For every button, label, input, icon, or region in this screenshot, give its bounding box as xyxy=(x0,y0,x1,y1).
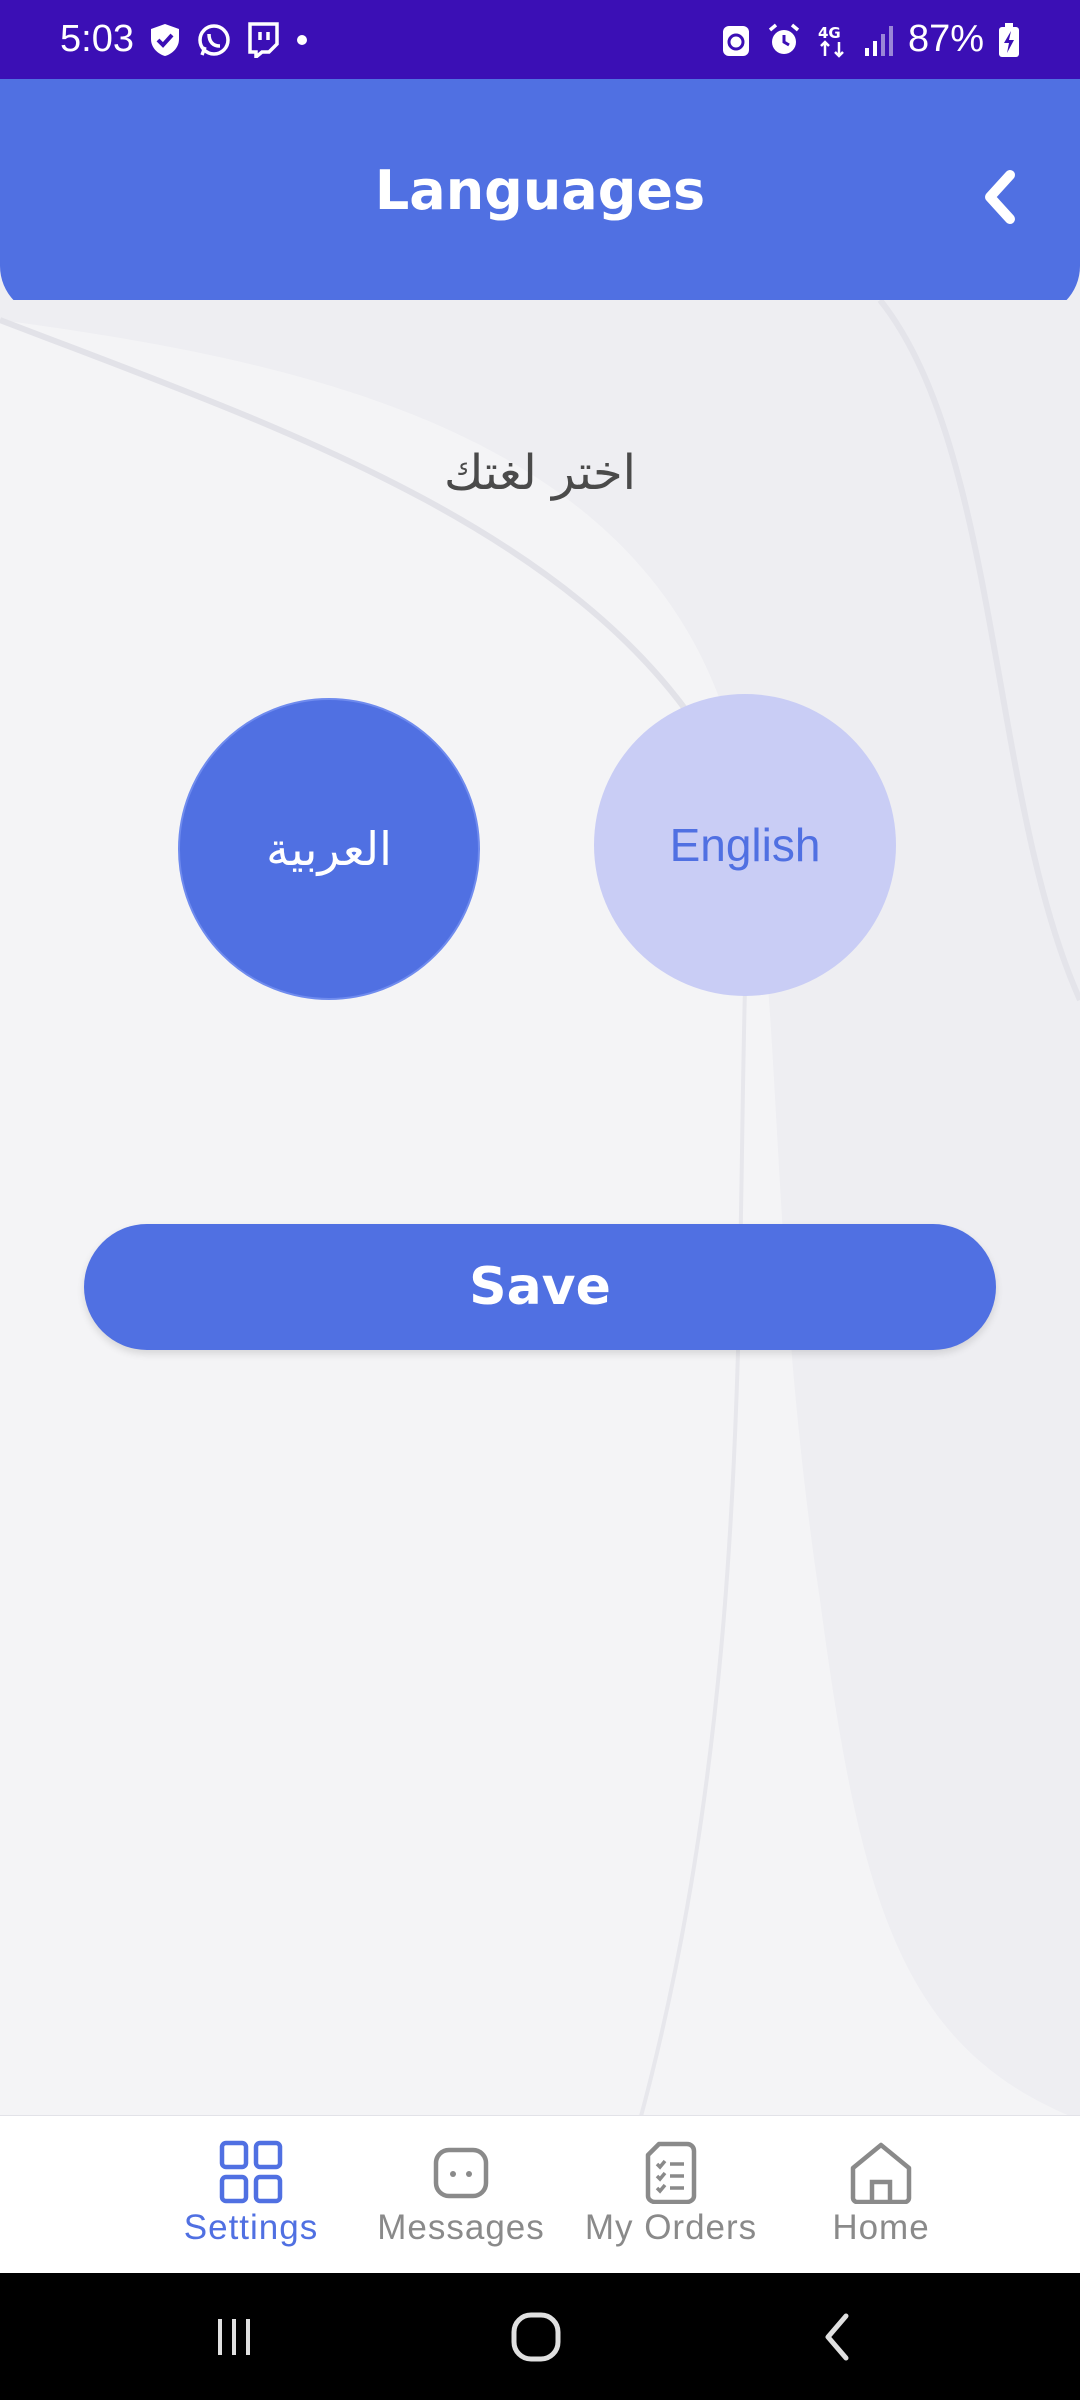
recent-apps-button[interactable] xyxy=(174,2273,294,2400)
recent-apps-icon xyxy=(218,2318,250,2355)
network-4g-icon: 4G xyxy=(816,22,850,58)
shield-icon xyxy=(148,22,182,58)
app-header: Languages xyxy=(0,79,1080,316)
nav-item-settings[interactable]: Settings xyxy=(146,2116,356,2274)
status-bar: 5:03 4G 87% xyxy=(0,0,1080,79)
twitch-icon xyxy=(246,21,280,58)
nav-label-home: Home xyxy=(832,2208,930,2247)
nav-item-my-orders[interactable]: My Orders xyxy=(566,2116,776,2274)
language-option-arabic-label: العربية xyxy=(266,823,392,875)
dot-icon xyxy=(294,32,310,48)
orders-icon xyxy=(566,2140,776,2204)
nav-item-home[interactable]: Home xyxy=(776,2116,986,2274)
whatsapp-icon xyxy=(196,22,232,58)
home-icon xyxy=(776,2140,986,2204)
chevron-left-icon xyxy=(985,170,1015,224)
status-right: 4G 87% xyxy=(720,18,1020,61)
save-button[interactable]: Save xyxy=(84,1224,996,1350)
battery-icon xyxy=(998,22,1020,58)
choose-language-label: اختر لغتك xyxy=(444,445,636,501)
language-option-english-label: English xyxy=(669,819,821,871)
nav-label-messages: Messages xyxy=(377,2208,545,2247)
page-title: Languages xyxy=(374,159,706,222)
language-option-arabic[interactable]: العربية xyxy=(178,698,480,1000)
status-left: 5:03 xyxy=(60,18,310,61)
nav-label-my-orders: My Orders xyxy=(584,2208,758,2247)
bottom-navigation: Settings Messages My Orders Home xyxy=(0,2115,1080,2274)
battery-percent: 87% xyxy=(907,18,984,60)
alarm-icon xyxy=(766,22,802,58)
chat-icon xyxy=(356,2140,566,2204)
nav-label-settings: Settings xyxy=(183,2208,319,2247)
grid-icon xyxy=(146,2140,356,2204)
system-home-button[interactable] xyxy=(476,2273,596,2400)
recycle-icon xyxy=(720,22,752,58)
nav-item-messages[interactable]: Messages xyxy=(356,2116,566,2274)
system-back-button[interactable] xyxy=(778,2273,898,2400)
language-option-english[interactable]: English xyxy=(594,694,896,996)
background-decoration xyxy=(0,300,1080,2120)
status-time: 5:03 xyxy=(60,18,134,60)
back-button[interactable] xyxy=(960,157,1040,237)
system-back-icon xyxy=(825,2313,849,2360)
network-4g-label: 4G xyxy=(818,24,841,42)
home-circle-icon xyxy=(511,2312,561,2361)
system-navigation-bar xyxy=(0,2273,1080,2400)
signal-icon xyxy=(864,22,894,58)
